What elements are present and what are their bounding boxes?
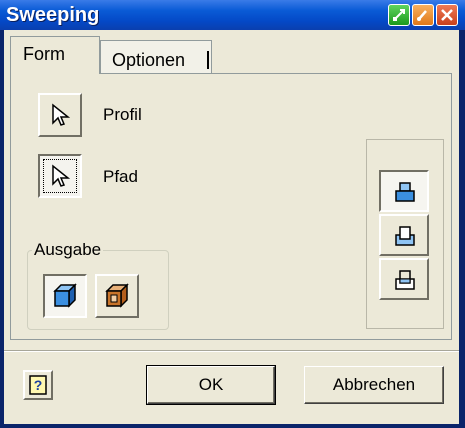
window-title: Sweeping xyxy=(6,4,100,26)
tab-optionen[interactable]: Optionen xyxy=(100,40,212,74)
intersect-icon xyxy=(395,270,415,290)
solid-cube-icon xyxy=(53,283,77,308)
cursor-arrow-icon xyxy=(52,164,71,187)
operation-cut-button[interactable] xyxy=(379,214,429,256)
dialog-window: Sweeping Form Optionen Profil Pfad Ausga… xyxy=(0,0,465,428)
button-separator xyxy=(4,350,459,352)
pin-button[interactable] xyxy=(388,4,410,26)
cursor-arrow-icon xyxy=(52,103,71,126)
help-button[interactable]: ? xyxy=(23,370,53,400)
close-icon xyxy=(441,9,453,21)
pfad-select-button[interactable] xyxy=(38,154,82,198)
join-icon xyxy=(395,182,415,202)
profil-select-button[interactable] xyxy=(38,93,82,137)
pfad-label: Pfad xyxy=(103,167,138,186)
output-group-title: Ausgabe xyxy=(32,240,104,260)
settings-button[interactable] xyxy=(412,4,434,26)
brush-icon xyxy=(417,10,427,21)
operation-frame xyxy=(366,139,444,329)
dialog-client-area: Form Optionen Profil Pfad Ausgabe ? OK A… xyxy=(4,30,459,424)
cut-icon xyxy=(395,226,415,246)
operation-intersect-button[interactable] xyxy=(379,258,429,300)
svg-text:?: ? xyxy=(34,377,43,393)
surface-cube-icon xyxy=(105,283,129,308)
output-solid-button[interactable] xyxy=(43,274,87,318)
profil-label: Profil xyxy=(103,105,142,124)
tab-optionen-label: Optionen xyxy=(112,50,186,70)
help-icon: ? xyxy=(29,375,47,395)
operation-join-button[interactable] xyxy=(379,170,429,212)
ok-button[interactable]: OK xyxy=(146,365,276,405)
tab-form-label: Form xyxy=(23,44,65,64)
pin-icon xyxy=(393,9,405,21)
close-button[interactable] xyxy=(436,4,458,26)
form-tab-panel: Profil Pfad Ausgabe xyxy=(10,73,452,340)
cancel-button[interactable]: Abbrechen xyxy=(304,366,444,404)
output-surface-button[interactable] xyxy=(95,274,139,318)
title-bar[interactable]: Sweeping xyxy=(0,0,465,30)
tab-form[interactable]: Form xyxy=(10,36,100,74)
